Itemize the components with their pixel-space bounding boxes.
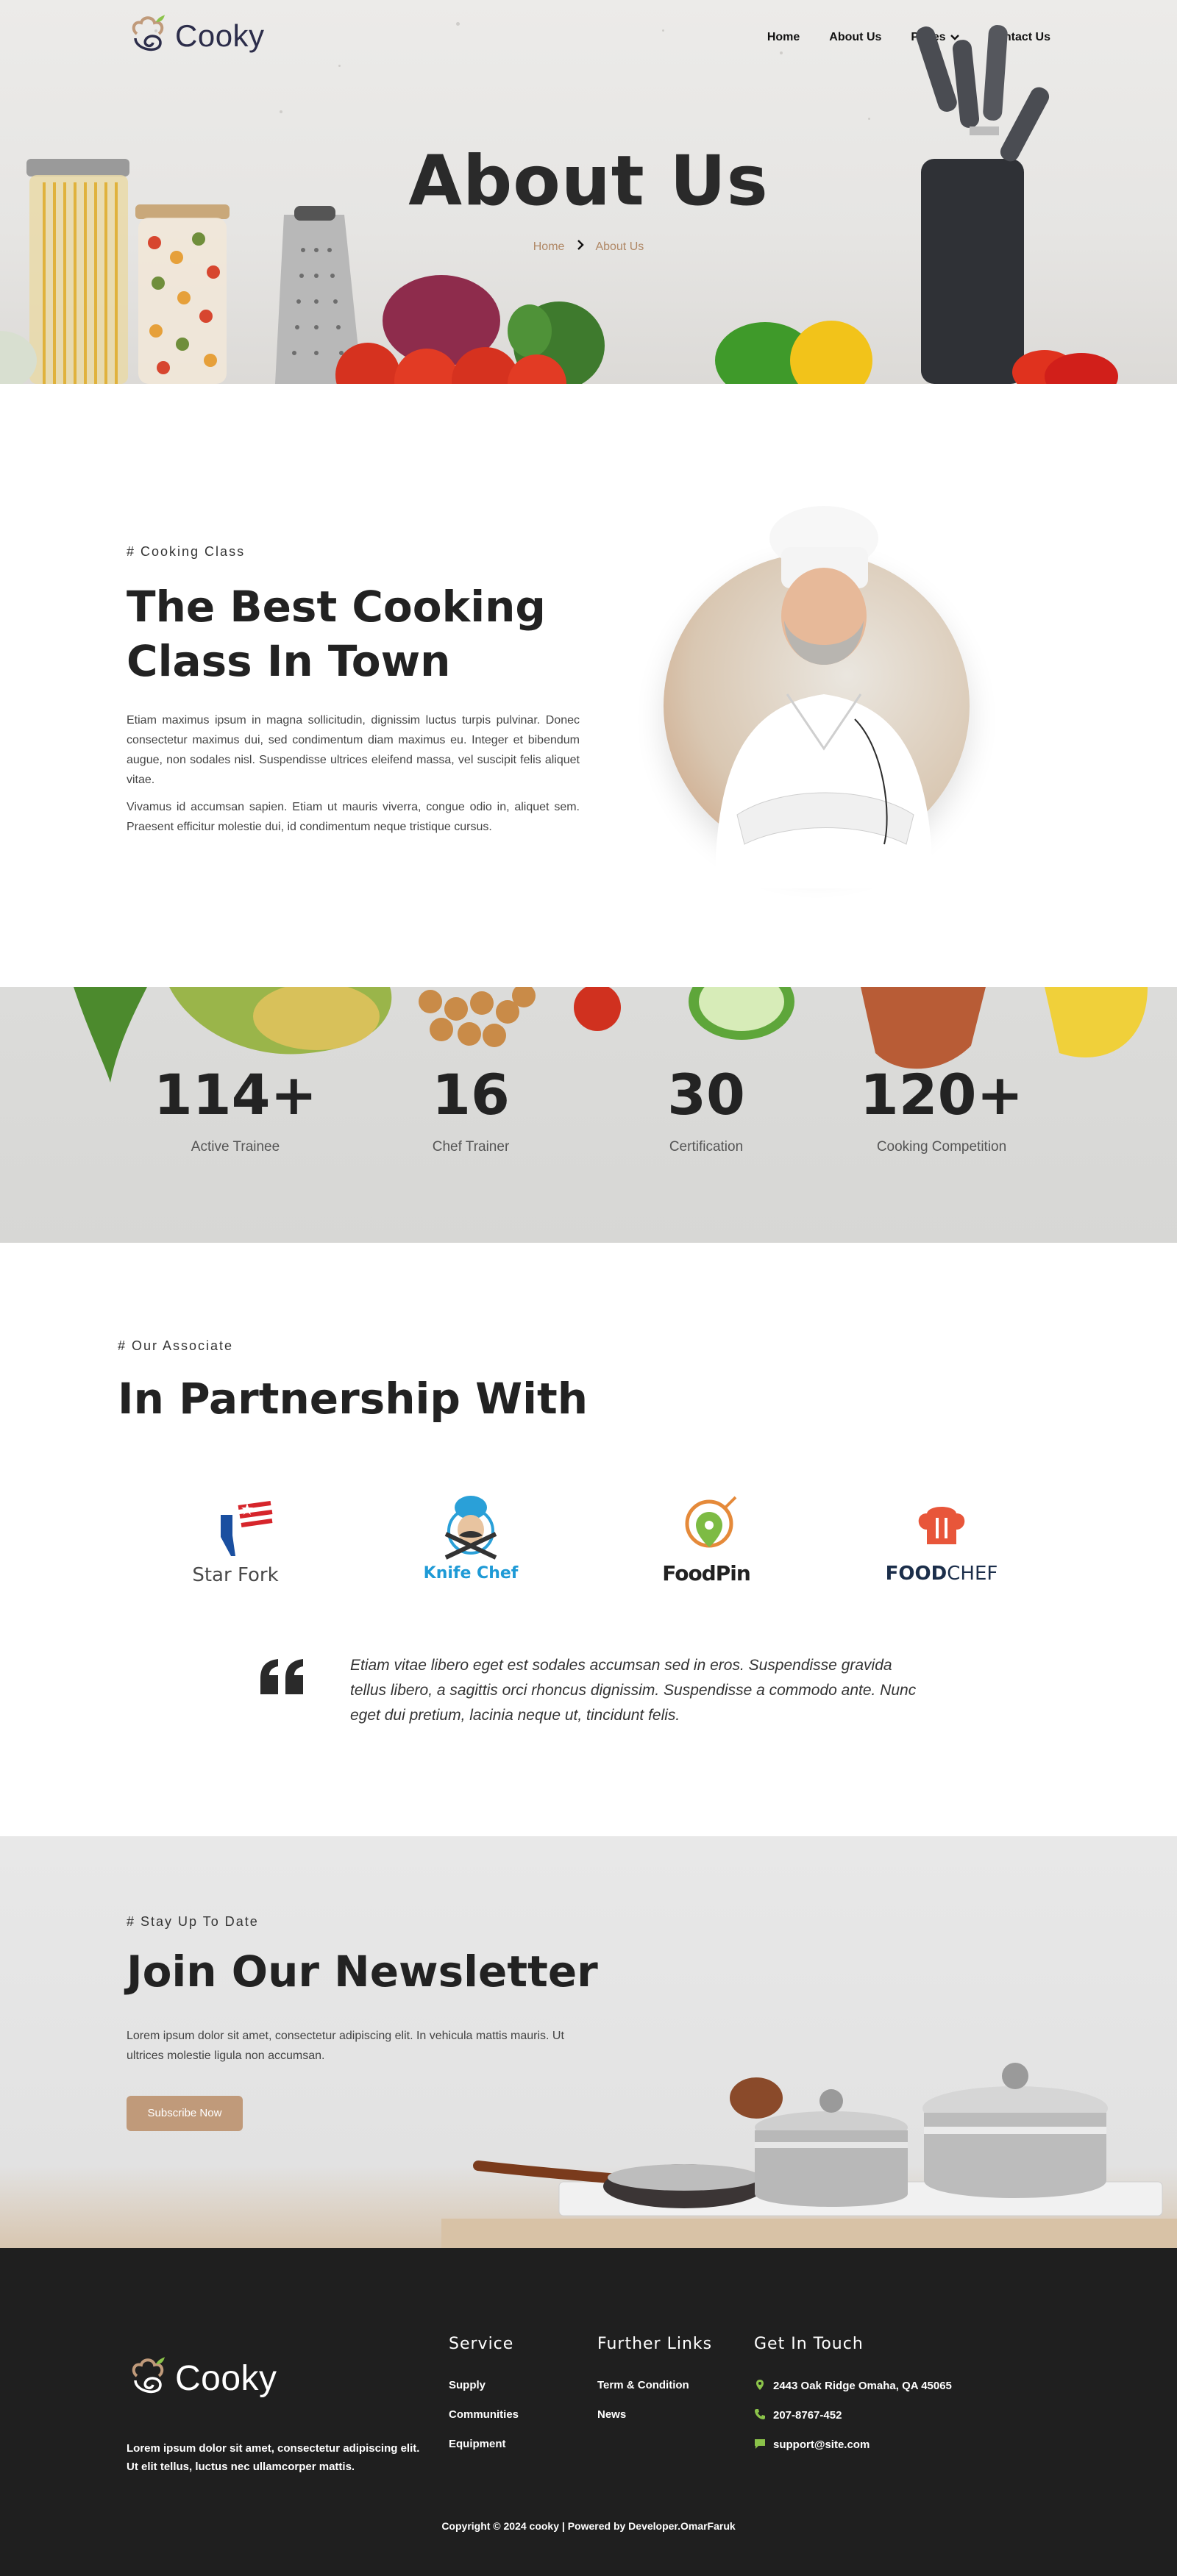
breadcrumb-current: About Us [595,240,644,253]
footer-about-text: Lorem ipsum dolor sit amet, consectetur … [127,2442,420,2473]
newsletter-eyebrow: # Stay Up To Date [127,1914,259,1929]
footer-logo-wordmark: Cooky [175,2358,277,2398]
nav-about-us[interactable]: About Us [829,31,881,44]
newsletter-section: # Stay Up To Date Join Our Newsletter Lo… [0,1836,1177,2248]
partner-logo-foodchef[interactable]: FOODCHEF [868,1493,1015,1596]
footer-link-equipment[interactable]: Equipment [449,2438,506,2450]
stat-label: Active Trainee [191,1139,280,1155]
nav-home-label: Home [767,31,800,43]
foodpin-wordmark: FoodPin [662,1561,751,1585]
stat-value: 16 [432,1062,510,1127]
footer-email-text: support@site.com [773,2438,870,2451]
site-logo[interactable]: Cooky [127,13,265,59]
nav-home[interactable]: Home [767,31,800,44]
footer-link-news[interactable]: News [597,2408,626,2421]
partner-logo-star-fork[interactable]: Star Fork [162,1493,309,1596]
partner-logo-knife-chef[interactable]: Knife Chef [397,1493,544,1596]
about-paragraph-1: Etiam maximus ipsum in magna sollicitudi… [127,714,580,786]
stat-label: Chef Trainer [432,1139,510,1155]
page-title: About Us [408,141,769,221]
subscribe-button[interactable]: Subscribe Now [127,2096,243,2131]
footer-service-title: Service [449,2335,514,2353]
about-heading: The Best Cooking Class In Town [127,579,656,688]
foodchef-logo-icon [918,1507,965,1544]
map-pin-icon [756,2380,764,2390]
breadcrumb-home-link[interactable]: Home [533,240,565,253]
foodchef-wordmark-food: FOOD [885,1563,947,1585]
footer-link-communities[interactable]: Communities [449,2408,519,2421]
chat-bubble-icon [755,2439,765,2449]
footer-link-supply[interactable]: Supply [449,2379,486,2391]
page: Cooky Home About Us Pages Contact Us [0,0,1177,2576]
knife-chef-logo-icon [444,1496,497,1560]
site-footer: Cooky Lorem ipsum dolor sit amet, consec… [0,2248,1177,2576]
foodchef-wordmark-chef: CHEF [947,1563,998,1585]
knife-chef-wordmark: Knife Chef [423,1564,519,1583]
stat-active-trainee: 114+ Active Trainee [147,1062,324,1155]
about-paragraph-2: Vivamus id accumsan sapien. Etiam ut mau… [127,801,580,833]
chef-hat-logo-icon [127,2355,169,2401]
stat-value: 114+ [153,1062,318,1127]
footer-further-links-title: Further Links [597,2335,713,2353]
footer-link-terms[interactable]: Term & Condition [597,2379,689,2391]
about-heading-line-1: The Best Cooking [127,582,546,632]
stat-value: 120+ [859,1062,1024,1127]
footer-contact-title: Get In Touch [754,2335,864,2353]
testimonial-quote: Etiam vitae libero eget est sodales accu… [350,1657,917,1724]
partners-eyebrow: # Our Associate [118,1338,234,1353]
newsletter-text: Lorem ipsum dolor sit amet, consectetur … [127,2030,564,2062]
newsletter-heading: Join Our Newsletter [127,1947,598,1997]
footer-logo[interactable]: Cooky [127,2355,277,2401]
footer-email[interactable]: support@site.com [754,2438,870,2451]
partners-heading: In Partnership With [118,1374,588,1424]
footer-phone[interactable]: 207-8767-452 [754,2408,842,2422]
chef-illustration [715,506,933,888]
stat-cooking-competition: 120+ Cooking Competition [853,1062,1030,1155]
logo-wordmark: Cooky [175,18,265,53]
phone-icon [755,2409,765,2419]
foodchef-wordmark: FOODCHEF [868,1563,1015,1585]
stat-certification: 30 Certification [618,1062,794,1155]
stat-label: Certification [669,1139,744,1155]
stats-section: 114+ Active Trainee 16 Chef Trainer 30 C… [0,987,1177,1243]
hero-banner: Cooky Home About Us Pages Contact Us [0,0,1177,384]
about-heading-line-2: Class In Town [127,636,451,686]
stat-chef-trainer: 16 Chef Trainer [383,1062,559,1155]
stat-label: Cooking Competition [876,1139,1007,1155]
quote-icon [260,1659,303,1694]
footer-address-text: 2443 Oak Ridge Omaha, QA 45065 [773,2380,952,2392]
footer-copyright: Copyright © 2024 cooky | Powered by Deve… [441,2520,736,2532]
star-fork-logo-icon [221,1500,273,1556]
footer-address: 2443 Oak Ridge Omaha, QA 45065 [754,2379,952,2392]
partner-logo-foodpin[interactable]: FoodPin [633,1493,780,1596]
foodpin-logo-icon [685,1496,737,1548]
chevron-right-icon [577,240,584,254]
about-eyebrow: # Cooking Class [127,544,246,559]
nav-about-us-label: About Us [829,31,882,43]
stat-value: 30 [667,1062,745,1127]
star-fork-wordmark: Star Fork [192,1564,279,1586]
breadcrumb: Home About Us [0,240,1177,254]
chef-hat-logo-icon [127,13,169,59]
footer-phone-text: 207-8767-452 [773,2409,842,2422]
